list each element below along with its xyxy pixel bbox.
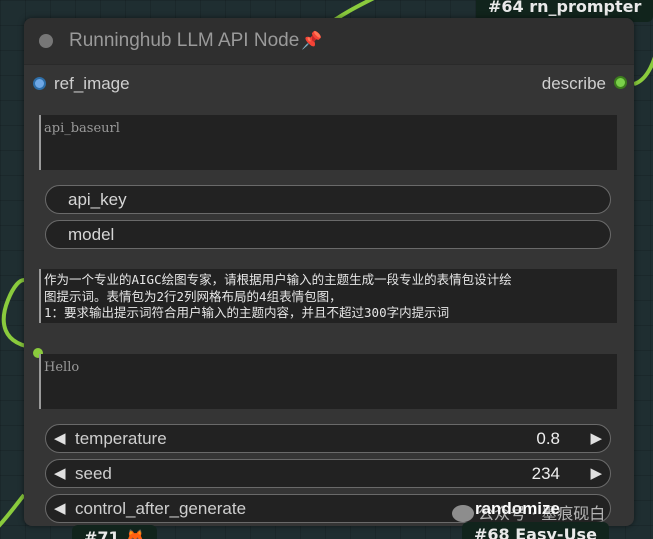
decrement-arrow-icon[interactable]: ◀ xyxy=(54,460,66,487)
decrement-arrow-icon[interactable]: ◀ xyxy=(54,495,66,522)
output-slot-describe[interactable] xyxy=(614,76,627,89)
input-slot-ref-image[interactable] xyxy=(33,77,46,90)
seed-value[interactable]: 234 xyxy=(532,460,560,487)
wire-bottom-left xyxy=(0,493,26,528)
node-tag-71[interactable]: #71 🦊 xyxy=(72,525,158,539)
prompt-line: 作为一个专业的AIGC绘图专家，请根据用户输入的主题生成一段专业的表情包设计绘 xyxy=(44,272,512,287)
runninghub-llm-api-node[interactable]: Runninghub LLM API Node 📌 ref_image descr… xyxy=(24,18,634,526)
temperature-label: temperature xyxy=(75,429,167,448)
decrement-arrow-icon[interactable]: ◀ xyxy=(54,425,66,452)
watermark-text: 公众号 · 墨痕砚白 xyxy=(478,504,606,523)
increment-arrow-icon[interactable]: ▶ xyxy=(590,460,602,487)
model-input[interactable]: model xyxy=(45,220,611,249)
node-title: Runninghub LLM API Node 📌 xyxy=(69,30,322,52)
graph-canvas[interactable]: #64 rn_prompter Runninghub LLM API Node 📌… xyxy=(0,0,653,539)
increment-arrow-icon[interactable]: ▶ xyxy=(590,425,602,452)
prompt-line: 图提示词。表情包为2行2列网格布局的4组表情包图， xyxy=(44,288,342,304)
temperature-value[interactable]: 0.8 xyxy=(536,425,560,452)
input-label-ref-image: ref_image xyxy=(54,74,130,93)
collapse-toggle[interactable] xyxy=(39,34,53,48)
node-tag-easy-use[interactable]: #68 Easy-Use xyxy=(462,522,609,539)
control-after-generate-label: control_after_generate xyxy=(75,499,247,518)
system-prompt-textarea[interactable]: 作为一个专业的AIGC绘图专家，请根据用户输入的主题生成一段专业的表情包设计绘 … xyxy=(39,269,617,323)
node-header[interactable]: Runninghub LLM API Node 📌 xyxy=(24,18,634,65)
seed-label: seed xyxy=(75,464,112,483)
watermark: 公众号 · 墨痕砚白 xyxy=(452,500,605,524)
prompt-line: 1：要求输出提示词符合用户输入的主题内容，并且不超过300字内提示词 xyxy=(44,305,450,320)
api-key-input[interactable]: api_key xyxy=(45,185,611,214)
output-label-describe: describe xyxy=(541,74,606,93)
wechat-icon xyxy=(452,505,474,522)
seed-widget[interactable]: ◀ seed 234 ▶ xyxy=(45,459,611,488)
wire-right xyxy=(633,56,653,86)
temperature-widget[interactable]: ◀ temperature 0.8 ▶ xyxy=(45,424,611,453)
node-title-text: Runninghub LLM API Node xyxy=(69,30,300,51)
user-text-textarea[interactable]: Hello xyxy=(39,354,617,409)
api-baseurl-textarea[interactable]: api_baseurl xyxy=(39,115,617,170)
pin-icon[interactable]: 📌 xyxy=(301,31,322,51)
